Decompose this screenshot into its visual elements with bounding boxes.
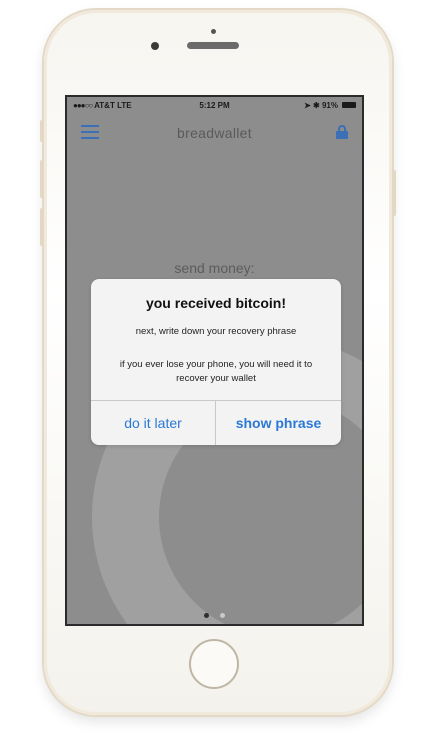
location-bluetooth-icons: ➤ ✱ [304, 101, 320, 110]
show-phrase-button[interactable]: show phrase [216, 401, 341, 445]
send-money-label: send money: [174, 260, 255, 276]
lock-icon[interactable] [336, 125, 348, 139]
mute-switch [40, 120, 44, 142]
page-indicator [67, 605, 362, 623]
battery-percent: 91% [321, 101, 338, 110]
volume-up-button [40, 160, 44, 198]
front-camera [151, 42, 159, 50]
app-title: breadwallet [177, 125, 252, 141]
volume-down-button [40, 208, 44, 246]
nav-bar: breadwallet [67, 113, 362, 149]
status-indicators: ➤ ✱ 91% [304, 101, 338, 110]
front-sensor [211, 29, 216, 34]
alert-dialog: you received bitcoin! next, write down y… [91, 279, 341, 445]
alert-title: you received bitcoin! [145, 295, 287, 311]
page-dot-active [204, 613, 210, 618]
alert-warning: if you ever lose your phone, you will ne… [119, 359, 313, 384]
power-button [392, 170, 396, 216]
page-dot [219, 613, 225, 618]
phone-screen: ●●●○○ AT&T LTE 5:12 PM ➤ ✱ 91% breadwall… [65, 95, 364, 626]
battery-icon [342, 102, 356, 108]
earpiece-speaker [187, 42, 239, 49]
status-bar: ●●●○○ AT&T LTE 5:12 PM ➤ ✱ 91% [67, 97, 362, 113]
home-button[interactable] [189, 639, 239, 689]
alert-message: next, write down your recovery phrase [135, 326, 297, 337]
do-it-later-button[interactable]: do it later [91, 401, 215, 445]
